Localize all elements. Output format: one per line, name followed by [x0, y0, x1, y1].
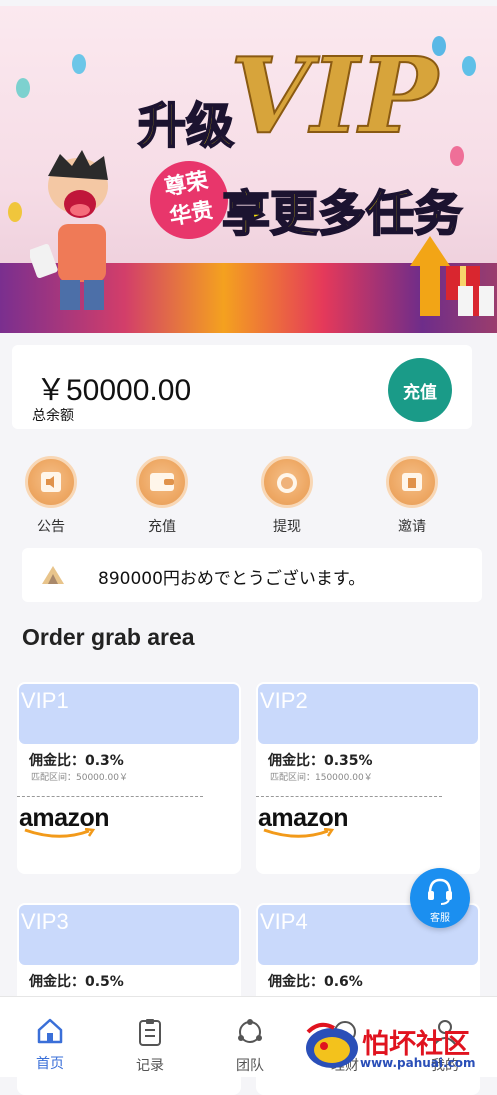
amazon-smile-icon [24, 828, 96, 838]
banner-title-upgrade: 升级 [137, 97, 235, 155]
vip-match-range: 匹配区间：150000.00￥ [270, 773, 373, 783]
banner-title-more-tasks: 享更多任务 [221, 185, 463, 243]
quick-action-label: 邀请 [398, 519, 426, 535]
gift-boxes-illustration [410, 236, 494, 316]
section-title: Order grab area [22, 624, 195, 650]
team-icon [238, 1019, 262, 1043]
tab-label: 团队 [236, 1058, 264, 1074]
announcement-icon [25, 456, 77, 508]
vip-card-vip2[interactable]: VIP2 佣金比：0.35% 匹配区间：150000.00￥ amazon [256, 682, 480, 874]
medal-icon [261, 456, 313, 508]
quick-action-withdraw[interactable]: 提现 [237, 456, 337, 536]
banner-badge: 尊荣 华贵 [143, 154, 235, 246]
banner-title-vip: VIP [229, 33, 439, 158]
customer-service-button[interactable]: 客服 [410, 868, 470, 928]
vip-card-header: VIP2 [258, 684, 478, 744]
announcement-horn-icon [42, 566, 64, 584]
tab-label: 记录 [136, 1058, 164, 1074]
notice-text: 890000円おめでとうございます。 [98, 569, 366, 589]
tab-team[interactable]: 团队 [210, 1017, 290, 1075]
divider [17, 796, 203, 797]
notice-bar[interactable]: 890000円おめでとうございます。 [22, 548, 482, 602]
vip-level-name: VIP4 [260, 909, 308, 934]
divider [256, 796, 442, 797]
home-icon [37, 1018, 63, 1044]
vip-level-name: VIP3 [21, 909, 69, 934]
balance-amount: ￥50000.00 [36, 374, 192, 407]
vip-commission-rate: 佣金比：0.6% [268, 974, 363, 990]
vip-card-header: VIP1 [19, 684, 239, 744]
vip-commission-rate: 佣金比：0.35% [268, 753, 373, 769]
tab-records[interactable]: 记录 [110, 1017, 190, 1075]
balloon-icon [8, 202, 22, 222]
balloon-icon [16, 78, 30, 98]
balloon-icon [72, 54, 86, 74]
cartoon-person-illustration [30, 150, 108, 310]
promo-banner[interactable]: 尊荣 华贵 升级 VIP 享更多任务 [0, 6, 497, 333]
recharge-button[interactable]: 充值 [388, 358, 452, 422]
watermark-url: www.pahuai.com [360, 1056, 476, 1070]
customer-service-label: 客服 [430, 913, 450, 924]
watermark-logo-icon [306, 1022, 358, 1068]
quick-action-label: 充值 [148, 519, 176, 535]
vip-match-range: 匹配区间：50000.00￥ [31, 773, 128, 783]
quick-action-label: 公告 [37, 519, 65, 535]
quick-action-invite[interactable]: 邀请 [362, 456, 462, 536]
wallet-icon [136, 456, 188, 508]
vip-level-name: VIP1 [21, 688, 69, 713]
amazon-smile-icon [263, 828, 335, 838]
vip-commission-rate: 佣金比：0.5% [29, 974, 124, 990]
vip-level-name: VIP2 [260, 688, 308, 713]
vip-card-header: VIP3 [19, 905, 239, 965]
watermark: 怕坏社区 www.pahuai.com [300, 1016, 497, 1076]
balloon-icon [462, 56, 476, 76]
balloon-icon [450, 146, 464, 166]
vip-commission-rate: 佣金比：0.3% [29, 753, 124, 769]
quick-action-recharge[interactable]: 充值 [112, 456, 212, 536]
tab-home[interactable]: 首页 [10, 1017, 90, 1073]
tab-label: 首页 [36, 1056, 64, 1072]
quick-action-announcement[interactable]: 公告 [1, 456, 101, 536]
invite-icon [386, 456, 438, 508]
vip-card-vip1[interactable]: VIP1 佣金比：0.3% 匹配区间：50000.00￥ amazon [17, 682, 241, 874]
headset-icon [428, 878, 452, 905]
quick-action-label: 提现 [273, 519, 301, 535]
clipboard-icon [139, 1019, 161, 1046]
balance-label: 总余额 [32, 408, 74, 424]
